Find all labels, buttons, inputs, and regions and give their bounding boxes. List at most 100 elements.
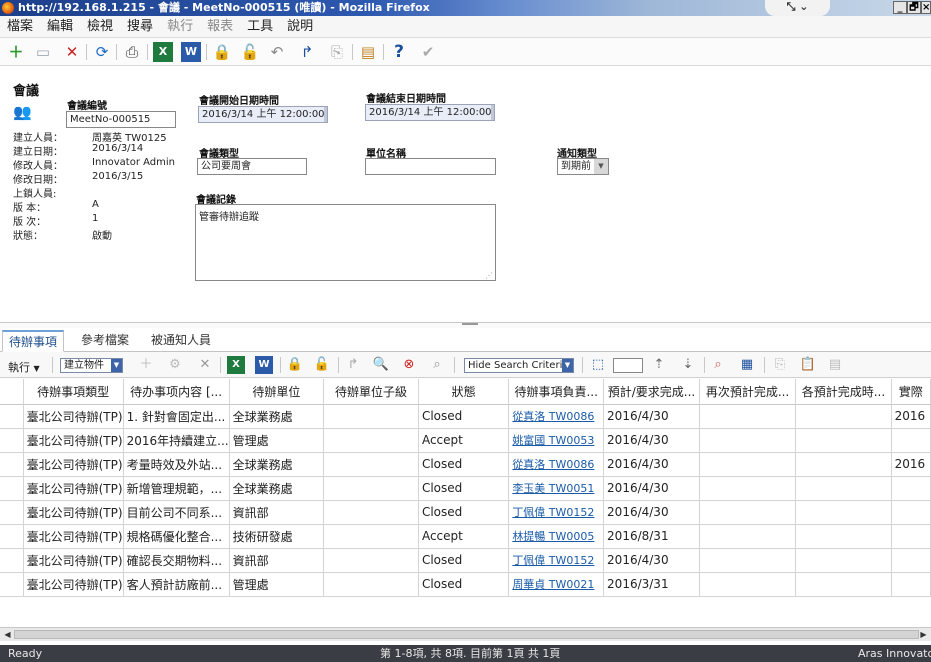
row-selector[interactable] — [0, 548, 24, 573]
table-cell[interactable]: Closed — [418, 500, 510, 525]
table-row[interactable]: 臺北公司待辦(TP) 新增管理規範，... 全球業務處 Closed 李玉美 TW005… — [0, 476, 931, 501]
execute-menu[interactable]: 執行 ▼ — [8, 359, 40, 375]
table-cell[interactable]: 2016/4/30 — [603, 428, 700, 453]
export-word-icon[interactable]: W — [255, 356, 273, 374]
scroll-right-icon[interactable]: ▶ — [917, 629, 930, 640]
search-icon[interactable]: 🔍 — [372, 356, 390, 374]
table-cell[interactable] — [891, 500, 931, 525]
table-cell[interactable]: 管理處 — [229, 428, 325, 453]
delete-icon[interactable]: ✕ — [62, 42, 82, 62]
meeting-type-field[interactable]: 公司要周會 — [197, 158, 307, 175]
table-cell[interactable]: 從真洛 TW0086 — [508, 404, 605, 429]
table-cell[interactable] — [323, 548, 419, 573]
table-row[interactable]: 臺北公司待辦(TP) 1. 針對會固定出... 全球業務處 Closed 從真洛 TW0… — [0, 404, 931, 429]
table-cell[interactable]: 林提暢 TW0005 — [508, 524, 605, 549]
table-cell[interactable]: 2016/4/30 — [603, 452, 700, 477]
layout-icon[interactable]: ▤ — [358, 42, 378, 62]
refresh-icon[interactable]: ⟳ — [92, 42, 112, 62]
meeting-record-textarea[interactable]: 管審待辦追蹤 ⋰ — [195, 204, 496, 281]
table-cell[interactable] — [323, 428, 419, 453]
table-cell[interactable]: 丁佩偉 TW0152 — [508, 500, 605, 525]
restore-button[interactable]: 🗗 — [907, 1, 921, 14]
table-cell[interactable]: 2016 — [891, 404, 931, 429]
grid-promote-icon[interactable]: ↱ — [344, 356, 362, 374]
table-cell[interactable]: 臺北公司待辦(TP) — [23, 500, 124, 525]
window-caption-buttons[interactable]: ⤡ ⌄ — [765, 0, 830, 16]
close-button[interactable]: × — [921, 1, 931, 14]
row-selector[interactable] — [0, 524, 24, 549]
table-cell[interactable]: 臺北公司待辦(TP) — [23, 404, 124, 429]
owner-link[interactable]: 姚富國 TW0053 — [512, 434, 594, 447]
table-cell[interactable]: 李玉美 TW0051 — [508, 476, 605, 501]
table-cell[interactable]: Accept — [418, 524, 510, 549]
table-row[interactable]: 臺北公司待辦(TP) 2016年持續建立... 管理處 Accept 姚富國 TW005… — [0, 428, 931, 453]
table-cell[interactable] — [891, 476, 931, 501]
table-cell[interactable]: 全球業務處 — [229, 404, 325, 429]
table-cell[interactable]: 2016/4/30 — [603, 548, 700, 573]
table-cell[interactable]: 2016 — [891, 452, 931, 477]
row-selector[interactable] — [0, 428, 24, 453]
table-cell[interactable]: 臺北公司待辦(TP) — [23, 476, 124, 501]
table-cell[interactable]: 2016/8/31 — [603, 524, 700, 549]
remove-row-icon[interactable]: ✕ — [196, 356, 214, 374]
column-header[interactable]: 狀態 — [418, 379, 510, 405]
table-cell[interactable]: 臺北公司待辦(TP) — [23, 524, 124, 549]
table-cell[interactable] — [323, 476, 419, 501]
table-row[interactable]: 臺北公司待辦(TP) 確認長交期物料... 資訊部 Closed 丁佩偉 TW0152 2… — [0, 548, 931, 573]
table-cell[interactable] — [891, 548, 931, 573]
table-cell[interactable]: 1. 針對會固定出... — [123, 404, 230, 429]
clear-search-icon[interactable]: ⊗ — [400, 356, 418, 374]
menu-view[interactable]: 檢視 — [80, 16, 120, 38]
column-header[interactable]: 待办事项内容 [... — [123, 379, 230, 405]
help-icon[interactable]: ? — [389, 42, 409, 62]
table-cell[interactable] — [891, 572, 931, 597]
undo-icon[interactable]: ↶ — [267, 42, 287, 62]
row-selector[interactable] — [0, 476, 24, 501]
table-cell[interactable]: Closed — [418, 452, 510, 477]
table-cell[interactable]: 目前公司不同系... — [123, 500, 230, 525]
owner-link[interactable]: 從真洛 TW0086 — [512, 410, 594, 423]
table-cell[interactable]: 資訊部 — [229, 548, 325, 573]
table-cell[interactable]: 客人預計訪廠前... — [123, 572, 230, 597]
search-mode-select[interactable]: Hide Search Criteria ▼ — [464, 358, 574, 373]
print-icon[interactable]: ⎙ — [122, 42, 142, 62]
clipboard-icon[interactable]: ⎘ — [327, 42, 347, 62]
new-item-icon[interactable]: ＋ — [6, 42, 26, 62]
table-cell[interactable] — [795, 572, 892, 597]
table-cell[interactable]: 周華貞 TW0021 — [508, 572, 605, 597]
copy-icon[interactable]: ⎘ — [771, 356, 789, 374]
table-cell[interactable]: 臺北公司待辦(TP) — [23, 452, 124, 477]
menu-help[interactable]: 說明 — [280, 16, 320, 38]
save-icon[interactable]: ▭ — [33, 42, 53, 62]
table-cell[interactable]: Accept — [418, 428, 510, 453]
table-cell[interactable] — [795, 524, 892, 549]
table-cell[interactable] — [795, 452, 892, 477]
column-header[interactable]: 再次預計完成... — [699, 379, 797, 405]
column-header[interactable]: 預計/要求完成... — [603, 379, 700, 405]
resize-grip-icon[interactable]: ⋰ — [485, 271, 493, 280]
column-header[interactable]: 待辦事項負責... — [508, 379, 605, 405]
table-cell[interactable]: 2016年持續建立... — [123, 428, 230, 453]
column-header[interactable]: 待辦事項類型 — [23, 379, 124, 405]
minimize-button[interactable]: _ — [893, 1, 907, 14]
page-size-icon[interactable]: ⬚ — [589, 356, 607, 374]
table-cell[interactable]: 2016/4/30 — [603, 476, 700, 501]
horizontal-scrollbar[interactable]: ◀ ▶ — [0, 627, 931, 641]
table-cell[interactable]: 姚富國 TW0053 — [508, 428, 605, 453]
lock-icon[interactable]: 🔒 — [212, 42, 232, 62]
column-header[interactable]: 待辦單位子級 — [323, 379, 419, 405]
promote-icon[interactable]: ↱ — [297, 42, 317, 62]
row-selector[interactable] — [0, 572, 24, 597]
scroll-thumb[interactable] — [14, 630, 919, 639]
table-cell[interactable] — [795, 500, 892, 525]
excel-icon[interactable]: X — [153, 42, 173, 62]
owner-link[interactable]: 周華貞 TW0021 — [512, 578, 594, 591]
meeting-no-field[interactable]: MeetNo-000515 — [66, 111, 176, 128]
column-header[interactable]: 實際 — [891, 379, 931, 405]
sort-descending-icon[interactable]: ⇣ — [679, 356, 697, 374]
table-cell[interactable]: 全球業務處 — [229, 452, 325, 477]
column-select-icon[interactable]: ▦ — [738, 356, 756, 374]
unit-name-field[interactable] — [365, 158, 496, 175]
owner-link[interactable]: 從真洛 TW0086 — [512, 458, 594, 471]
table-cell[interactable]: 技術研發處 — [229, 524, 325, 549]
